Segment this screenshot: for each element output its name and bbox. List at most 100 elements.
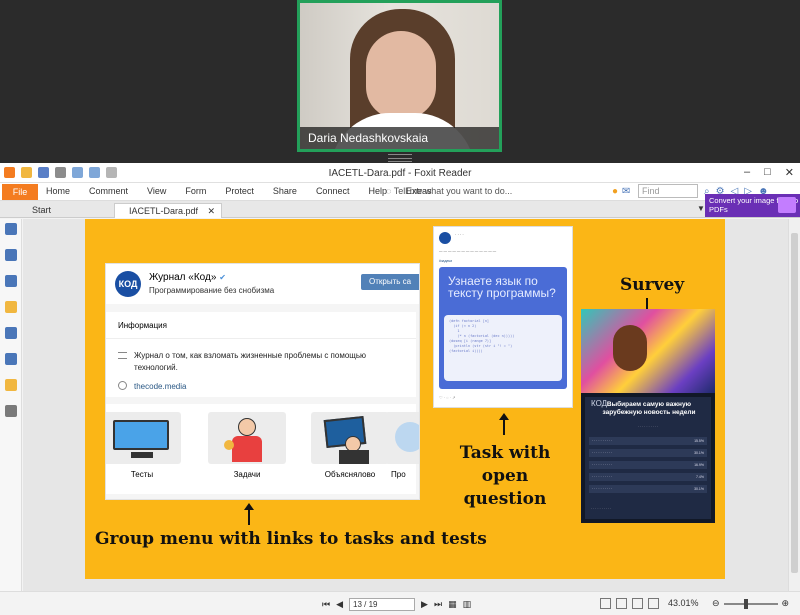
last-page-icon[interactable]: ⏭: [434, 599, 442, 610]
survey-title: Выбираем самую важную зарубежную новость…: [602, 401, 696, 416]
telegram-post-screenshot: · · · · — — — — — — — — — — — — — #задач…: [434, 227, 572, 407]
first-page-icon[interactable]: ⏮: [322, 599, 330, 610]
about-illustration: [385, 412, 419, 464]
notification-icon[interactable]: ●: [612, 186, 618, 197]
page-number-field[interactable]: 13 / 19: [349, 598, 416, 611]
file-menu[interactable]: File: [2, 184, 38, 200]
code-line: (factorial i)))): [449, 349, 483, 353]
status-bar: ⏮ ◀ 13 / 19 ▶ ⏭ ▦ ▥ 43.01% ⊖ ⊕: [0, 591, 800, 615]
continuous-view-icon[interactable]: ▦: [448, 599, 457, 610]
channel-avatar: [439, 232, 451, 244]
survey-subtitle: · · · · · · · · · ·: [637, 425, 659, 429]
next-page-icon[interactable]: ▶: [421, 599, 428, 610]
comment-icon[interactable]: [5, 301, 17, 313]
zoom-track[interactable]: [723, 598, 778, 609]
vertical-scrollbar[interactable]: [788, 219, 800, 591]
scroll-thumb[interactable]: [791, 233, 798, 573]
code-snippet: (defn factorial [n] (if (< n 2) 1 (* n (…: [444, 315, 562, 381]
pdf-page: КОД Журнал «Код» ✔ Программирование без …: [85, 219, 725, 579]
post-text: — — — — — — — — — — — — —: [439, 249, 497, 253]
presenter-illustration: [311, 412, 389, 464]
group-menu-label: Group menu with links to tasks and tests: [95, 529, 487, 549]
cover-icon[interactable]: [648, 598, 659, 609]
monitor-illustration: [106, 412, 181, 464]
share-icon[interactable]: ✉: [622, 186, 630, 197]
tell-me-text: Tell me what you want to do...: [393, 186, 513, 196]
zoom-slider[interactable]: ⊖ ⊕: [712, 598, 789, 609]
menu-view[interactable]: View: [147, 186, 166, 196]
split-handle[interactable]: [388, 154, 412, 162]
survey-panel: КОД Выбираем самую важную зарубежную нов…: [585, 397, 711, 519]
menu-protect[interactable]: Protect: [225, 186, 254, 196]
menu-item-about: Про: [385, 412, 419, 492]
option-percent: 7.4%: [696, 475, 704, 479]
window-title: IACETL-Dara.pdf - Foxit Reader: [328, 168, 472, 179]
menu-item-tests: Тесты: [106, 412, 181, 492]
vk-info-header: Информация: [118, 321, 167, 330]
vk-open-button: Открыть са: [361, 274, 419, 290]
menu-item-tasks: Задачи: [208, 412, 286, 492]
tell-me-box[interactable]: ◌ Tell me what you want to do...: [386, 186, 512, 196]
prev-page-icon[interactable]: ◀: [336, 599, 343, 610]
ribbon-quick-icons: ● ✉: [612, 186, 630, 197]
zoom-in-icon[interactable]: ⊕: [782, 598, 790, 609]
zoom-out-icon[interactable]: ⊖: [712, 598, 720, 609]
minimize-button[interactable]: –: [744, 166, 750, 179]
title-bar: IACETL-Dara.pdf - Foxit Reader – □ ✕: [0, 163, 800, 183]
post-tag: #задачи: [439, 259, 453, 263]
find-input[interactable]: Find: [638, 184, 698, 198]
tab-document[interactable]: IACETL-Dara.pdf ✕: [114, 203, 222, 218]
option-percent: 15.5%: [694, 439, 704, 443]
menu-item-label: Тесты: [130, 470, 154, 479]
tab-start[interactable]: Start: [18, 203, 113, 218]
facing-view-icon[interactable]: ▥: [463, 599, 472, 610]
close-tab-icon[interactable]: ✕: [207, 204, 215, 218]
vk-group-menu: Тесты Задачи Объяснялово Про: [106, 404, 419, 494]
vk-group-name-text: Журнал «Код»: [149, 272, 217, 283]
vk-subtitle: Программирование без снобизма: [149, 286, 275, 295]
menu-form[interactable]: Form: [185, 186, 206, 196]
vk-link: thecode.media: [134, 382, 187, 391]
facing-icon[interactable]: [632, 598, 643, 609]
maximize-button[interactable]: □: [764, 166, 771, 179]
vk-header: КОД Журнал «Код» ✔ Программирование без …: [106, 264, 419, 304]
attachment-icon[interactable]: [5, 327, 17, 339]
menu-share[interactable]: Share: [273, 186, 297, 196]
menu-item-label: Задачи: [233, 470, 261, 479]
lightbulb-icon: ◌: [386, 186, 394, 196]
menu-help[interactable]: Help: [368, 186, 387, 196]
vk-info-block: Информация Журнал о том, как взломать жи…: [106, 312, 416, 397]
bookmark-icon[interactable]: [5, 223, 17, 235]
survey-label: Survey: [620, 275, 685, 295]
zoom-knob[interactable]: [743, 598, 748, 609]
survey-option: · · · · · · · · · · 30.1%: [589, 485, 707, 493]
menu-home[interactable]: Home: [46, 186, 70, 196]
vk-group-name: Журнал «Код» ✔: [149, 272, 226, 283]
document-viewport[interactable]: КОД Журнал «Код» ✔ Программирование без …: [23, 219, 788, 591]
image-icon: [778, 197, 796, 213]
signature-icon[interactable]: [5, 353, 17, 365]
pages-icon[interactable]: [5, 249, 17, 261]
convert-banner[interactable]: Convert your image files to PDFs: [705, 194, 800, 217]
divider: [106, 338, 416, 339]
option-percent: 30.1%: [694, 451, 704, 455]
security-icon[interactable]: [5, 379, 17, 391]
menu-comment[interactable]: Comment: [89, 186, 128, 196]
menu-item-label: Объяснялово: [324, 470, 376, 479]
single-page-icon[interactable]: [600, 598, 611, 609]
post-header: · · · ·: [455, 232, 464, 237]
tools-icon[interactable]: [5, 405, 17, 417]
quiz-card-title: Узнаете язык по тексту программы?: [448, 274, 556, 300]
layers-icon[interactable]: [5, 275, 17, 287]
close-button[interactable]: ✕: [785, 166, 794, 179]
menu-connect[interactable]: Connect: [316, 186, 350, 196]
survey-option: · · · · · · · · · · 16.9%: [589, 461, 707, 469]
post-stats: ♡ · ◌ · ↗: [439, 395, 456, 400]
quiz-card: Узнаете язык по тексту программы? (defn …: [439, 267, 567, 389]
tab-list-icon[interactable]: ▼: [697, 204, 705, 213]
survey-option: · · · · · · · · · · 15.5%: [589, 437, 707, 445]
continuous-icon[interactable]: [616, 598, 627, 609]
vk-description: Журнал о том, как взломать жизненные про…: [134, 351, 367, 372]
foxit-reader-window: IACETL-Dara.pdf - Foxit Reader – □ ✕ Fil…: [0, 163, 800, 615]
tab-label: Start: [32, 205, 52, 215]
